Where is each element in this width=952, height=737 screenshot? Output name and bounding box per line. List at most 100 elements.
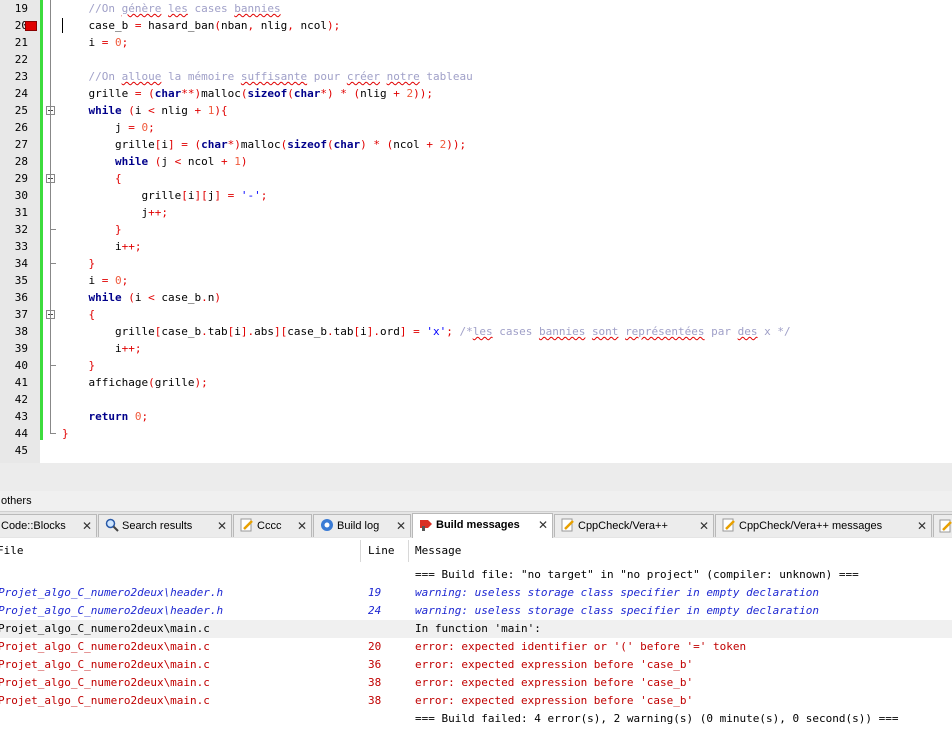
tab-overflow[interactable] (933, 514, 952, 537)
column-header-file[interactable]: File (0, 544, 24, 557)
build-message-row[interactable]: Projet_algo_C_numero2deux\header.h 24 warn… (0, 602, 952, 620)
tab-cppcheck-vera-messages[interactable]: CppCheck/Vera++ messages ✕ (715, 514, 932, 537)
close-tab-icon[interactable]: ✕ (538, 514, 548, 536)
line-number: 40 (14, 359, 28, 372)
build-message-row[interactable]: === Build failed: 4 error(s), 2 warning(… (0, 710, 952, 728)
code-text[interactable]: //On alloue la mémoire suffisante pour c… (62, 68, 473, 85)
code-line[interactable]: 22 (0, 51, 952, 68)
panel-title-text: others (1, 495, 32, 507)
close-tab-icon[interactable]: ✕ (699, 515, 709, 537)
code-text[interactable]: affichage(grille); (62, 374, 207, 391)
close-tab-icon[interactable]: ✕ (396, 515, 406, 537)
close-tab-icon[interactable]: ✕ (217, 515, 227, 537)
code-text[interactable]: } (62, 255, 96, 272)
code-line[interactable]: 23 //On alloue la mémoire suffisante pou… (0, 68, 952, 85)
code-line[interactable]: 27 grille[i] = (char*)malloc(sizeof(char… (0, 136, 952, 153)
close-tab-icon[interactable]: ✕ (917, 515, 927, 537)
code-token: } (62, 427, 69, 440)
code-text[interactable]: i++; (62, 238, 142, 255)
column-header-line[interactable]: Line (368, 544, 395, 557)
code-text[interactable]: //On génère les cases bannies (62, 0, 281, 17)
build-message-row[interactable]: Projet_algo_C_numero2deux\main.c 20 error:… (0, 638, 952, 656)
column-header-message[interactable]: Message (415, 544, 461, 557)
column-separator[interactable] (360, 540, 361, 562)
code-line[interactable]: 34 } (0, 255, 952, 272)
build-message-row[interactable]: Projet_algo_C_numero2deux\header.h 19 warn… (0, 584, 952, 602)
code-text[interactable]: { (62, 170, 122, 187)
code-text[interactable]: grille[i][j] = '-'; (62, 187, 267, 204)
code-line[interactable]: 33 i++; (0, 238, 952, 255)
build-message-row[interactable]: Projet_algo_C_numero2deux\main.c 38 error:… (0, 692, 952, 710)
code-text[interactable]: while (j < ncol + 1) (62, 153, 248, 170)
code-line[interactable]: 29 { (0, 170, 952, 187)
code-text[interactable]: { (62, 306, 96, 323)
code-text[interactable]: j++; (62, 204, 168, 221)
message-text: warning: useless storage class specifier… (415, 586, 819, 599)
code-line[interactable]: 41 affichage(grille); (0, 374, 952, 391)
code-text[interactable]: grille[i] = (char*)malloc(sizeof(char) *… (62, 136, 466, 153)
tab-build-log[interactable]: Build log ✕ (313, 514, 411, 537)
code-text[interactable]: i = 0; (62, 272, 128, 289)
code-text[interactable]: } (62, 221, 122, 238)
code-text[interactable]: grille[case_b.tab[i].abs][case_b.tab[i].… (62, 323, 791, 340)
code-editor[interactable]: 19 //On génère les cases bannies 20 case_… (0, 0, 952, 463)
code-line[interactable]: 35 i = 0; (0, 272, 952, 289)
close-tab-icon[interactable]: ✕ (82, 515, 92, 537)
code-line[interactable]: 32 } (0, 221, 952, 238)
code-line[interactable]: 37 { (0, 306, 952, 323)
build-messages-list[interactable]: File Line Message === Build file: "no ta… (0, 538, 952, 737)
code-line[interactable]: 25 while (i < nlig + 1){ (0, 102, 952, 119)
code-text[interactable]: i = 0; (62, 34, 128, 51)
code-text[interactable]: while (i < case_b.n) (62, 289, 221, 306)
code-line[interactable]: 20 case_b = hasard_ban(nban, nlig, ncol)… (0, 17, 952, 34)
code-line[interactable]: 19 //On génère les cases bannies (0, 0, 952, 17)
code-text[interactable]: i++; (62, 340, 142, 357)
code-text[interactable]: j = 0; (62, 119, 155, 136)
build-message-row[interactable]: Projet_algo_C_numero2deux\main.c In funct… (0, 620, 952, 638)
code-token: notre (386, 70, 420, 83)
code-token: génère (121, 2, 162, 15)
code-line[interactable]: 30 grille[i][j] = '-'; (0, 187, 952, 204)
breakpoint-marker-icon[interactable] (25, 21, 37, 31)
line-number: 36 (14, 291, 28, 304)
code-text[interactable]: return 0; (62, 408, 149, 425)
code-text[interactable]: while (i < nlig + 1){ (62, 102, 228, 119)
code-line[interactable]: 43 return 0; (0, 408, 952, 425)
tab-label: Search results (122, 520, 193, 532)
code-line[interactable]: 26 j = 0; (0, 119, 952, 136)
code-text[interactable]: case_b = hasard_ban(nban, nlig, ncol); (62, 17, 340, 34)
code-line[interactable]: 36 while (i < case_b.n) (0, 289, 952, 306)
line-number: 22 (14, 53, 28, 66)
pane-splitter[interactable] (0, 463, 952, 492)
code-token: grille (62, 189, 182, 202)
close-tab-icon[interactable]: ✕ (297, 515, 307, 537)
build-message-row[interactable]: Projet_algo_C_numero2deux\main.c 36 error:… (0, 656, 952, 674)
tab-code-blocks[interactable]: Code::Blocks ✕ (0, 514, 97, 537)
code-line[interactable]: 21 i = 0; (0, 34, 952, 51)
code-line[interactable]: 42 (0, 391, 952, 408)
code-text[interactable]: } (62, 357, 96, 374)
code-line[interactable]: 38 grille[case_b.tab[i].abs][case_b.tab[… (0, 323, 952, 340)
code-line[interactable]: 24 grille = (char**)malloc(sizeof(char*)… (0, 85, 952, 102)
code-text[interactable]: grille = (char**)malloc(sizeof(char*) * … (62, 85, 433, 102)
code-token: . (201, 291, 208, 304)
code-line[interactable]: 28 while (j < ncol + 1) (0, 153, 952, 170)
code-line[interactable]: 39 i++; (0, 340, 952, 357)
build-message-row[interactable]: Projet_algo_C_numero2deux\main.c 38 error:… (0, 674, 952, 692)
column-separator[interactable] (408, 540, 409, 562)
tab-cccc[interactable]: Cccc ✕ (233, 514, 312, 537)
build-message-row[interactable]: === Build file: "no target" in "no proje… (0, 566, 952, 584)
tab-cppcheck-vera[interactable]: CppCheck/Vera++ ✕ (554, 514, 714, 537)
tab-build-messages[interactable]: Build messages ✕ (412, 513, 553, 538)
tab-search-results[interactable]: Search results ✕ (98, 514, 232, 537)
code-line[interactable]: 40 } (0, 357, 952, 374)
line-number: 35 (14, 274, 28, 287)
code-line[interactable]: 45 (0, 442, 952, 459)
code-line[interactable]: 31 j++; (0, 204, 952, 221)
code-line[interactable]: 44} (0, 425, 952, 442)
code-token: pour (307, 70, 347, 83)
code-text[interactable]: } (62, 425, 69, 442)
